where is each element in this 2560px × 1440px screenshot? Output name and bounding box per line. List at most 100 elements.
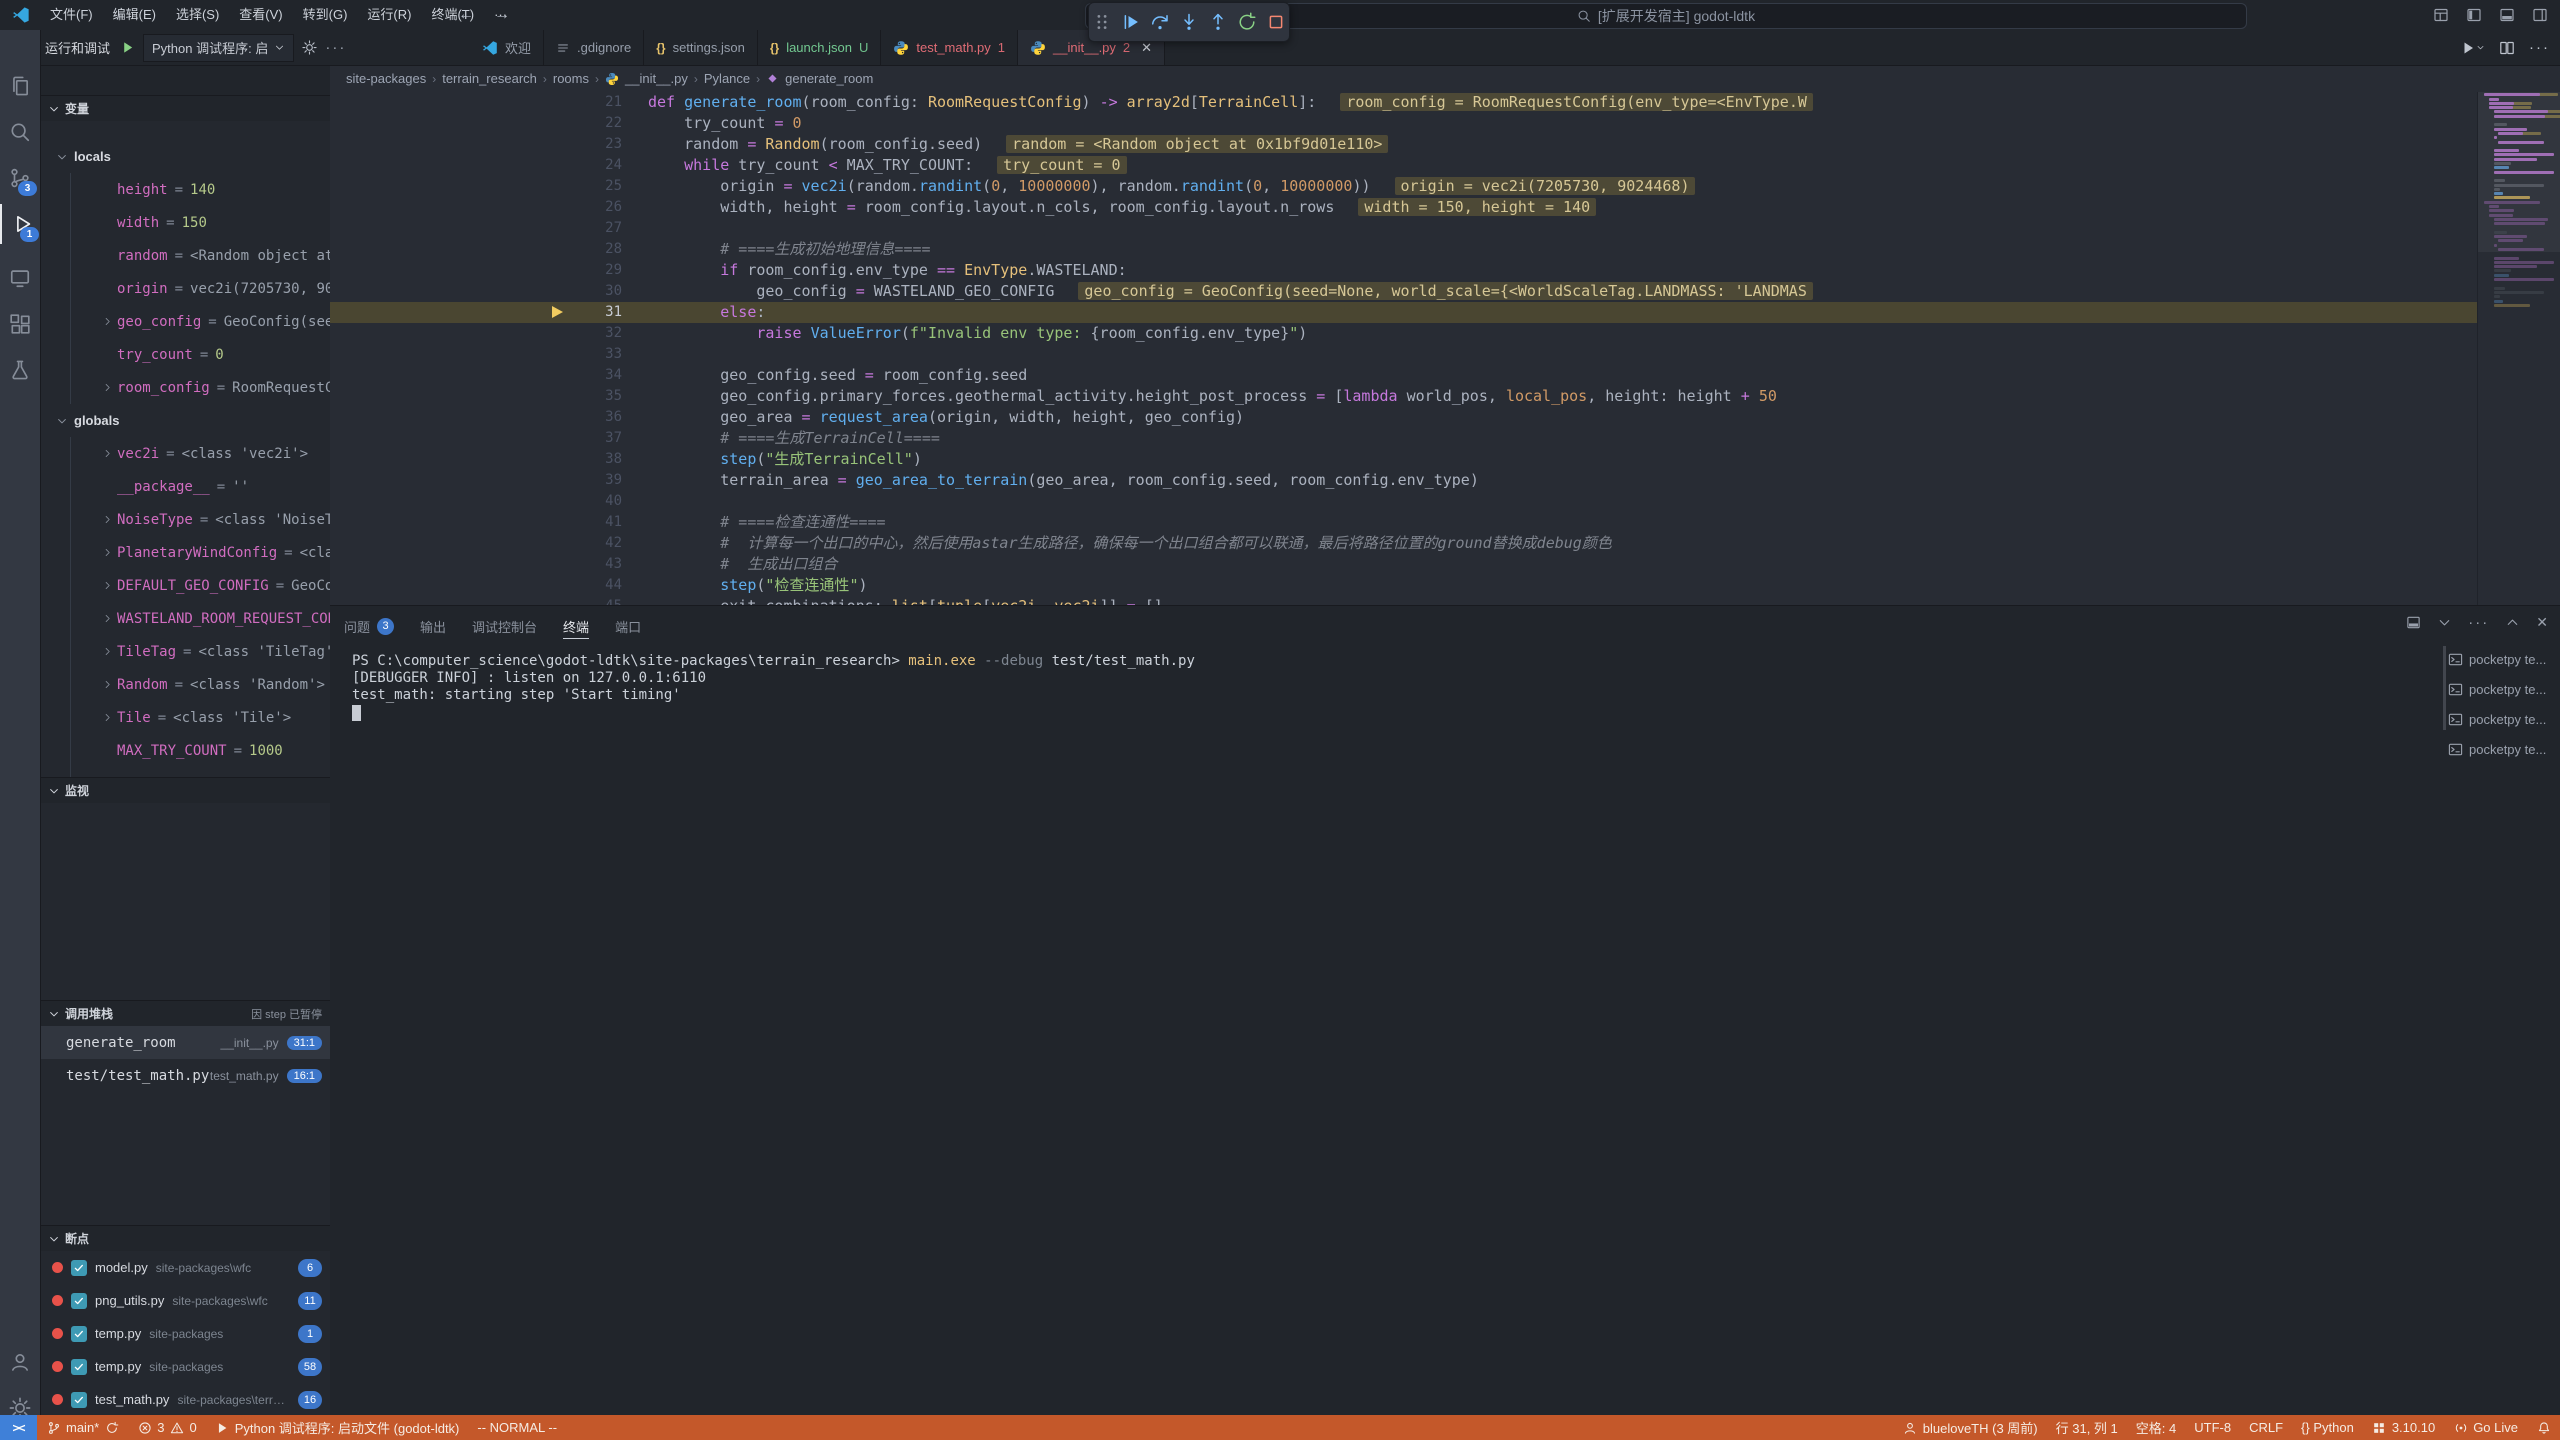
breadcrumb-item[interactable]: site-packages <box>346 71 426 86</box>
status-item[interactable]: 空格: 4 <box>2127 1415 2185 1440</box>
watch-section-header[interactable]: 监视 <box>40 777 330 803</box>
variable-row[interactable]: NoiseType=<class 'NoiseType'> <box>71 503 330 536</box>
minimap[interactable] <box>2477 92 2560 605</box>
variable-row[interactable]: PlanetaryWindConfig=<class 'Planeta... <box>71 536 330 569</box>
code-line[interactable]: 37 # ====生成TerrainCell==== <box>330 428 2478 449</box>
menu-item[interactable]: 编辑(E) <box>103 0 166 30</box>
activity-remote-explorer[interactable] <box>0 258 40 298</box>
code-line[interactable]: 22 try_count = 0 <box>330 113 2478 134</box>
status-item[interactable]: main* <box>37 1415 128 1440</box>
breakpoint-checkbox[interactable] <box>71 1293 87 1309</box>
variable-row[interactable]: origin=vec2i(7205730, 9024468) <box>71 272 330 305</box>
code-line[interactable]: 34 geo_config.seed = room_config.seed <box>330 365 2478 386</box>
panel-tab-输出[interactable]: 输出 <box>420 606 446 646</box>
more-actions-icon[interactable]: ··· <box>2468 614 2489 631</box>
variable-row[interactable]: Tile=<class 'Tile'> <box>71 701 330 734</box>
status-item[interactable]: blueloveTH (3 周前) <box>1894 1415 2047 1440</box>
terminal-instance[interactable]: pocketpy te... <box>2448 734 2560 764</box>
terminal-instance[interactable]: pocketpy te... <box>2448 674 2560 704</box>
breakpoint-row[interactable]: temp.pysite-packages58 <box>40 1350 330 1383</box>
debug-step-out-button[interactable] <box>1208 12 1228 32</box>
menu-item[interactable]: 查看(V) <box>229 0 292 30</box>
minimap-slider[interactable] <box>2478 92 2560 252</box>
activity-source-control[interactable]: 3 <box>0 158 40 198</box>
activity-accounts[interactable] <box>0 1342 40 1382</box>
menu-item[interactable]: 运行(R) <box>357 0 421 30</box>
start-debug-button[interactable] <box>120 40 135 55</box>
status-item[interactable]: -- NORMAL -- <box>468 1415 566 1440</box>
stack-frame[interactable]: generate_room__init__.py31:1 <box>40 1026 330 1059</box>
debug-continue-button[interactable] <box>1121 12 1141 32</box>
activity-testing[interactable] <box>0 350 40 390</box>
callstack-section-header[interactable]: 调用堆栈 因 step 已暂停 <box>40 1000 330 1026</box>
code-line[interactable]: 25 origin = vec2i(random.randint(0, 1000… <box>330 176 2478 197</box>
status-item[interactable]: {} Python <box>2292 1415 2363 1440</box>
variable-row[interactable]: Random=<class 'Random'> <box>71 668 330 701</box>
code-line[interactable]: 41 # ====检查连通性==== <box>330 512 2478 533</box>
tab-settings.json[interactable]: {}settings.json <box>644 30 758 65</box>
variable-row[interactable]: DEFAULT_GEO_CONFIG=GeoConfig(seed=1... <box>71 569 330 602</box>
stack-frame[interactable]: test/test_math.pytest_math.py16:1 <box>40 1059 330 1092</box>
status-item[interactable]: 30 <box>128 1415 205 1440</box>
more-actions-icon[interactable]: ··· <box>325 39 346 56</box>
status-item[interactable]: 3.10.10 <box>2363 1415 2444 1440</box>
variable-row[interactable]: WASTELAND_ROOM_REQUEST_CONFIG=RoomR... <box>71 602 330 635</box>
split-editor-icon[interactable] <box>2499 40 2515 56</box>
gear-icon[interactable] <box>302 40 317 55</box>
variable-row[interactable]: step=<function step at 0x1bf8d716d... <box>71 767 330 777</box>
toggle-secondary-sidebar-icon[interactable] <box>2532 7 2548 23</box>
terminal-instance[interactable]: pocketpy te... <box>2448 704 2560 734</box>
terminal-scrollbar[interactable] <box>2443 646 2446 730</box>
code-line[interactable]: 38 step("生成TerrainCell") <box>330 449 2478 470</box>
terminal-output[interactable]: PS C:\computer_science\godot-ldtk\site-p… <box>352 653 2440 1406</box>
code-line[interactable]: 36 geo_area = request_area(origin, width… <box>330 407 2478 428</box>
variable-row[interactable]: random=<Random object at 0x1bf9d01e... <box>71 239 330 272</box>
status-item[interactable]: 行 31, 列 1 <box>2047 1415 2127 1440</box>
panel-layout-icon[interactable] <box>2406 615 2421 630</box>
status-item[interactable]: Python 调试程序: 启动文件 (godot-ldtk) <box>206 1415 469 1440</box>
activity-search[interactable] <box>0 112 40 152</box>
code-line[interactable]: 43 # 生成出口组合 <box>330 554 2478 575</box>
chevron-down-icon[interactable] <box>2437 615 2452 630</box>
breadcrumb-item[interactable]: terrain_research <box>442 71 537 86</box>
breadcrumb[interactable]: site-packages›terrain_research›rooms›__i… <box>330 65 2560 92</box>
breadcrumb-item[interactable]: Pylance <box>704 71 750 86</box>
remote-indicator[interactable]: >< <box>0 1415 37 1440</box>
breakpoint-row[interactable]: test_math.pysite-packages\terrain_res...… <box>40 1383 330 1415</box>
terminal-instance[interactable]: pocketpy te... <box>2448 644 2560 674</box>
breakpoint-checkbox[interactable] <box>71 1260 87 1276</box>
code-line[interactable]: 42 # 计算每一个出口的中心，然后使用astar生成路径，确保每一个出口组合都… <box>330 533 2478 554</box>
code-line[interactable]: 27 <box>330 218 2478 239</box>
code-line[interactable]: 26 width, height = room_config.layout.n_… <box>330 197 2478 218</box>
close-panel-icon[interactable]: ✕ <box>2536 614 2548 631</box>
menu-item[interactable]: 选择(S) <box>166 0 229 30</box>
variable-row[interactable]: __package__='' <box>71 470 330 503</box>
debug-stop-button[interactable] <box>1266 12 1286 32</box>
code-line[interactable]: 21def generate_room(room_config: RoomReq… <box>330 92 2478 113</box>
code-line[interactable]: 29 if room_config.env_type == EnvType.WA… <box>330 260 2478 281</box>
tab-launch.json[interactable]: {}launch.jsonU <box>758 30 882 65</box>
toggle-panel-icon[interactable] <box>2499 7 2515 23</box>
panel-tab-终端[interactable]: 终端 <box>563 606 589 646</box>
breakpoint-checkbox[interactable] <box>71 1392 87 1408</box>
breakpoint-row[interactable]: temp.pysite-packages1 <box>40 1317 330 1350</box>
debug-restart-button[interactable] <box>1237 12 1257 32</box>
variable-row[interactable]: height=140 <box>71 173 330 206</box>
code-line[interactable]: 45 exit_combinations: list[tuple[vec2i, … <box>330 596 2478 605</box>
forward-arrow-icon[interactable]: → <box>494 6 510 24</box>
variable-row[interactable]: width=150 <box>71 206 330 239</box>
variable-row[interactable]: geo_config=GeoConfig(seed=None, wor... <box>71 305 330 338</box>
code-line[interactable]: 44 step("检查连通性") <box>330 575 2478 596</box>
activity-run-debug[interactable]: 1 <box>0 204 42 244</box>
toggle-sidebar-icon[interactable] <box>2466 7 2482 23</box>
status-item[interactable] <box>2527 1415 2560 1440</box>
breadcrumb-item[interactable]: generate_room <box>785 71 873 86</box>
code-area[interactable]: 21def generate_room(room_config: RoomReq… <box>330 92 2478 605</box>
panel-tab-端口[interactable]: 端口 <box>615 606 641 646</box>
status-item[interactable]: CRLF <box>2240 1415 2292 1440</box>
debug-config-dropdown[interactable]: Python 调试程序: 启 <box>143 34 294 62</box>
variable-group-locals[interactable]: locals <box>40 140 330 173</box>
tab-test_math.py[interactable]: test_math.py1 <box>881 30 1018 65</box>
code-line[interactable]: 23 random = Random(room_config.seed)rand… <box>330 134 2478 155</box>
breakpoint-row[interactable]: model.pysite-packages\wfc6 <box>40 1251 330 1284</box>
